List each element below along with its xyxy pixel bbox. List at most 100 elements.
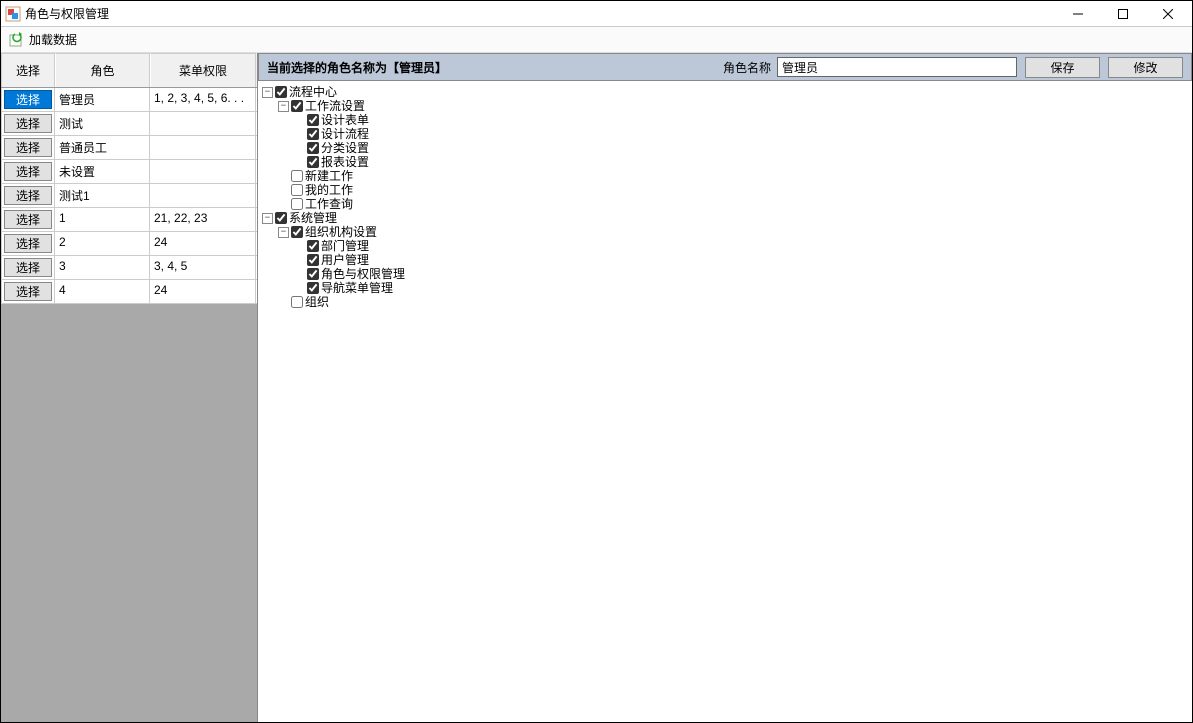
- tree-checkbox[interactable]: [307, 142, 319, 154]
- tree-checkbox[interactable]: [307, 268, 319, 280]
- tree-label[interactable]: 新建工作: [305, 169, 353, 183]
- grid-header-select[interactable]: 选择: [1, 53, 55, 87]
- tree-checkbox[interactable]: [291, 198, 303, 210]
- save-button[interactable]: 保存: [1025, 57, 1100, 78]
- tree-node: − 系统管理: [262, 211, 1192, 225]
- select-row-button[interactable]: 选择: [4, 138, 52, 157]
- tree-label[interactable]: 我的工作: [305, 183, 353, 197]
- tree-node: − 工作流设置: [278, 99, 1192, 113]
- tree-label[interactable]: 角色与权限管理: [321, 267, 405, 281]
- role-cell[interactable]: 4: [55, 280, 150, 303]
- tree-label[interactable]: 报表设置: [321, 155, 369, 169]
- grid-header: 选择 角色 菜单权限: [1, 53, 257, 88]
- tree-checkbox[interactable]: [275, 86, 287, 98]
- tree-node: 报表设置: [294, 155, 1192, 169]
- collapse-icon[interactable]: −: [262, 213, 273, 224]
- collapse-icon[interactable]: −: [262, 87, 273, 98]
- select-row-button[interactable]: 选择: [4, 186, 52, 205]
- permission-tree: −流程中心−工作流设置设计表单设计流程分类设置报表设置新建工作我的工作工作查询−…: [258, 81, 1192, 722]
- tree-checkbox[interactable]: [291, 296, 303, 308]
- titlebar: 角色与权限管理: [1, 1, 1192, 27]
- minimize-button[interactable]: [1055, 2, 1100, 26]
- tree-label[interactable]: 用户管理: [321, 253, 369, 267]
- modify-button[interactable]: 修改: [1108, 57, 1183, 78]
- perm-cell[interactable]: 24: [150, 232, 256, 255]
- tree-node: 导航菜单管理: [294, 281, 1192, 295]
- left-pane: 选择 角色 菜单权限 选择管理员1, 2, 3, 4, 5, 6. . .选择测…: [1, 53, 258, 722]
- role-cell[interactable]: 1: [55, 208, 150, 231]
- role-cell[interactable]: 普通员工: [55, 136, 150, 159]
- maximize-button[interactable]: [1100, 2, 1145, 26]
- perm-cell[interactable]: 3, 4, 5: [150, 256, 256, 279]
- tree-label[interactable]: 工作查询: [305, 197, 353, 211]
- grid-header-role[interactable]: 角色: [55, 53, 150, 87]
- tree-checkbox[interactable]: [307, 114, 319, 126]
- table-row: 选择普通员工: [1, 136, 257, 160]
- refresh-icon: [9, 32, 25, 48]
- tree-label[interactable]: 组织: [305, 295, 329, 309]
- tree-checkbox[interactable]: [275, 212, 287, 224]
- close-button[interactable]: [1145, 2, 1190, 26]
- app-window: 角色与权限管理 加载数据 选择 角色 菜单权限 选择管理员1, 2, 3, 4,…: [0, 0, 1193, 723]
- select-row-button[interactable]: 选择: [4, 258, 52, 277]
- collapse-icon[interactable]: −: [278, 101, 289, 112]
- role-name-input[interactable]: [777, 57, 1017, 77]
- tree-node: − 组织机构设置: [278, 225, 1192, 239]
- tree-label[interactable]: 分类设置: [321, 141, 369, 155]
- perm-cell[interactable]: [150, 136, 256, 159]
- tree-label[interactable]: 设计流程: [321, 127, 369, 141]
- role-grid: 选择 角色 菜单权限 选择管理员1, 2, 3, 4, 5, 6. . .选择测…: [1, 53, 257, 304]
- role-cell[interactable]: 测试1: [55, 184, 150, 207]
- select-row-button[interactable]: 选择: [4, 282, 52, 301]
- current-role-status: 当前选择的角色名称为【管理员】: [267, 59, 447, 76]
- tree-node: 组织: [278, 295, 1192, 309]
- select-row-button[interactable]: 选择: [4, 234, 52, 253]
- tree-checkbox[interactable]: [307, 128, 319, 140]
- select-row-button[interactable]: 选择: [4, 90, 52, 109]
- role-name-label: 角色名称: [723, 59, 771, 76]
- grid-header-perm[interactable]: 菜单权限: [150, 53, 256, 87]
- tree-checkbox[interactable]: [291, 226, 303, 238]
- role-cell[interactable]: 测试: [55, 112, 150, 135]
- tree-label[interactable]: 组织机构设置: [305, 225, 377, 239]
- tree-checkbox[interactable]: [291, 100, 303, 112]
- tree-node: 部门管理: [294, 239, 1192, 253]
- tree-label[interactable]: 导航菜单管理: [321, 281, 393, 295]
- app-icon: [5, 6, 21, 22]
- tree-node: 设计流程: [294, 127, 1192, 141]
- tree-label[interactable]: 工作流设置: [305, 99, 365, 113]
- tree-checkbox[interactable]: [307, 282, 319, 294]
- perm-cell[interactable]: 24: [150, 280, 256, 303]
- tree-checkbox[interactable]: [291, 170, 303, 182]
- perm-cell[interactable]: 21, 22, 23: [150, 208, 256, 231]
- perm-cell[interactable]: 1, 2, 3, 4, 5, 6. . .: [150, 88, 256, 111]
- window-title: 角色与权限管理: [25, 5, 1055, 22]
- tree-label[interactable]: 系统管理: [289, 211, 337, 225]
- tree-label[interactable]: 部门管理: [321, 239, 369, 253]
- select-row-button[interactable]: 选择: [4, 162, 52, 181]
- load-data-button[interactable]: 加载数据: [5, 29, 81, 50]
- tree-checkbox[interactable]: [307, 240, 319, 252]
- tree-node: 新建工作: [278, 169, 1192, 183]
- tree-checkbox[interactable]: [307, 254, 319, 266]
- tree-checkbox[interactable]: [307, 156, 319, 168]
- perm-cell[interactable]: [150, 112, 256, 135]
- collapse-icon[interactable]: −: [278, 227, 289, 238]
- tree-label[interactable]: 流程中心: [289, 85, 337, 99]
- perm-cell[interactable]: [150, 184, 256, 207]
- role-cell[interactable]: 2: [55, 232, 150, 255]
- perm-cell[interactable]: [150, 160, 256, 183]
- role-cell[interactable]: 3: [55, 256, 150, 279]
- tree-node: 角色与权限管理: [294, 267, 1192, 281]
- role-cell[interactable]: 未设置: [55, 160, 150, 183]
- tree-checkbox[interactable]: [291, 184, 303, 196]
- tree-node: 工作查询: [278, 197, 1192, 211]
- role-cell[interactable]: 管理员: [55, 88, 150, 111]
- table-row: 选择33, 4, 5: [1, 256, 257, 280]
- select-row-button[interactable]: 选择: [4, 114, 52, 133]
- tree-label[interactable]: 设计表单: [321, 113, 369, 127]
- select-row-button[interactable]: 选择: [4, 210, 52, 229]
- right-pane: 当前选择的角色名称为【管理员】 角色名称 保存 修改 −流程中心−工作流设置设计…: [258, 53, 1192, 722]
- load-data-label: 加载数据: [29, 31, 77, 48]
- tree-node: 我的工作: [278, 183, 1192, 197]
